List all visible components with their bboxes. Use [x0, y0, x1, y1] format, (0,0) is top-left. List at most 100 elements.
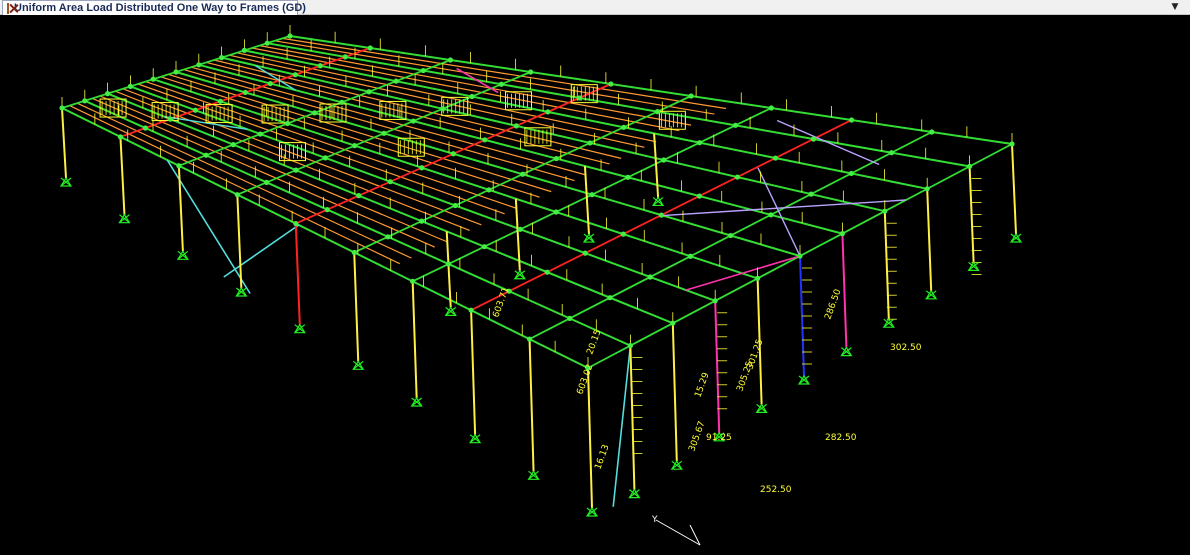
column: [470, 310, 477, 435]
window-tab[interactable]: Uniform Area Load Distributed One Way to…: [2, 0, 306, 15]
column: [653, 133, 660, 198]
column: [353, 252, 360, 362]
support: [235, 286, 248, 297]
column: [883, 211, 890, 320]
supports: [59, 176, 1023, 517]
joint: [410, 118, 416, 124]
joint: [452, 202, 458, 209]
load-labels: 20.15603.02 15.29305.6791.25305.2516.1330…: [491, 286, 921, 495]
joint: [607, 295, 613, 301]
load-label: 16.13: [593, 443, 611, 471]
joint: [339, 99, 345, 105]
column: [528, 339, 535, 472]
window-title: Uniform Area Load Distributed One Way to…: [14, 2, 306, 14]
rafter: [84, 99, 631, 347]
joint: [498, 81, 504, 87]
support: [670, 460, 683, 470]
joint: [217, 98, 223, 104]
joint: [882, 208, 888, 214]
joint: [661, 157, 667, 163]
column: [1011, 143, 1017, 235]
joint: [59, 105, 65, 111]
joint: [544, 269, 550, 275]
joint: [322, 155, 328, 161]
joint: [440, 106, 446, 112]
load-label: 20.15: [585, 328, 603, 356]
brace: [612, 345, 632, 507]
joint: [393, 78, 399, 84]
support: [755, 403, 768, 413]
joint: [967, 163, 973, 169]
joint: [608, 81, 614, 87]
brace: [223, 224, 300, 278]
structure-drawing: 20.15603.02 15.29305.6791.25305.2516.1330…: [59, 25, 1023, 546]
support: [513, 269, 526, 280]
joint: [553, 209, 559, 215]
column: [294, 223, 301, 325]
column: [61, 107, 67, 179]
joint: [292, 72, 298, 78]
joint: [264, 40, 270, 46]
joint: [688, 93, 694, 99]
chevron-down-icon[interactable]: ▼: [1168, 1, 1182, 14]
joint: [582, 250, 588, 256]
joint: [772, 155, 779, 161]
joint: [150, 76, 156, 82]
axis-y-label: Y: [651, 515, 658, 525]
brace: [757, 167, 801, 257]
joint: [127, 83, 133, 89]
joint: [697, 140, 703, 146]
joint: [768, 105, 774, 111]
joint: [712, 298, 718, 304]
support: [176, 250, 189, 260]
joint: [287, 33, 293, 39]
joint: [351, 249, 357, 256]
joint: [241, 47, 247, 54]
joint: [621, 124, 627, 130]
roof-beam: [251, 47, 680, 132]
joint: [284, 120, 291, 127]
column: [583, 166, 590, 235]
axis-triad: Y: [651, 515, 701, 546]
load-label: 286.50: [823, 288, 843, 321]
joint: [924, 186, 930, 192]
joint: [545, 109, 551, 115]
support: [967, 261, 980, 271]
joint: [768, 212, 774, 218]
roof-beam: [160, 76, 540, 198]
joint: [385, 234, 391, 240]
joint: [687, 253, 694, 259]
joint: [445, 261, 452, 267]
joint: [192, 107, 198, 113]
roof-beam: [92, 97, 435, 248]
joint: [482, 137, 488, 143]
joint: [312, 110, 318, 116]
joint: [324, 207, 330, 213]
joint: [810, 136, 817, 142]
joint: [587, 140, 593, 146]
joint: [567, 315, 573, 321]
joint: [486, 187, 492, 193]
joint: [696, 193, 702, 199]
joint: [342, 54, 348, 60]
support: [840, 346, 853, 357]
load-label: 301.25: [745, 338, 765, 371]
joint: [929, 129, 935, 135]
support: [352, 360, 365, 370]
joint: [576, 95, 582, 101]
joint: [797, 253, 803, 259]
joint: [420, 67, 426, 74]
column: [411, 281, 418, 399]
joint: [526, 336, 533, 342]
load-label: 282.50: [825, 433, 857, 443]
joint: [888, 150, 895, 156]
joint: [654, 109, 661, 115]
3d-model-viewport[interactable]: 20.15 603.02 15.29 305.67 91.25 305.25 16.13 30…: [0, 15, 1190, 555]
load-arrows: [61, 25, 1013, 455]
support: [585, 506, 599, 517]
roof-beam: [229, 54, 645, 148]
joint: [734, 174, 741, 180]
joint: [267, 80, 273, 87]
joint: [627, 343, 634, 349]
support: [59, 176, 73, 187]
